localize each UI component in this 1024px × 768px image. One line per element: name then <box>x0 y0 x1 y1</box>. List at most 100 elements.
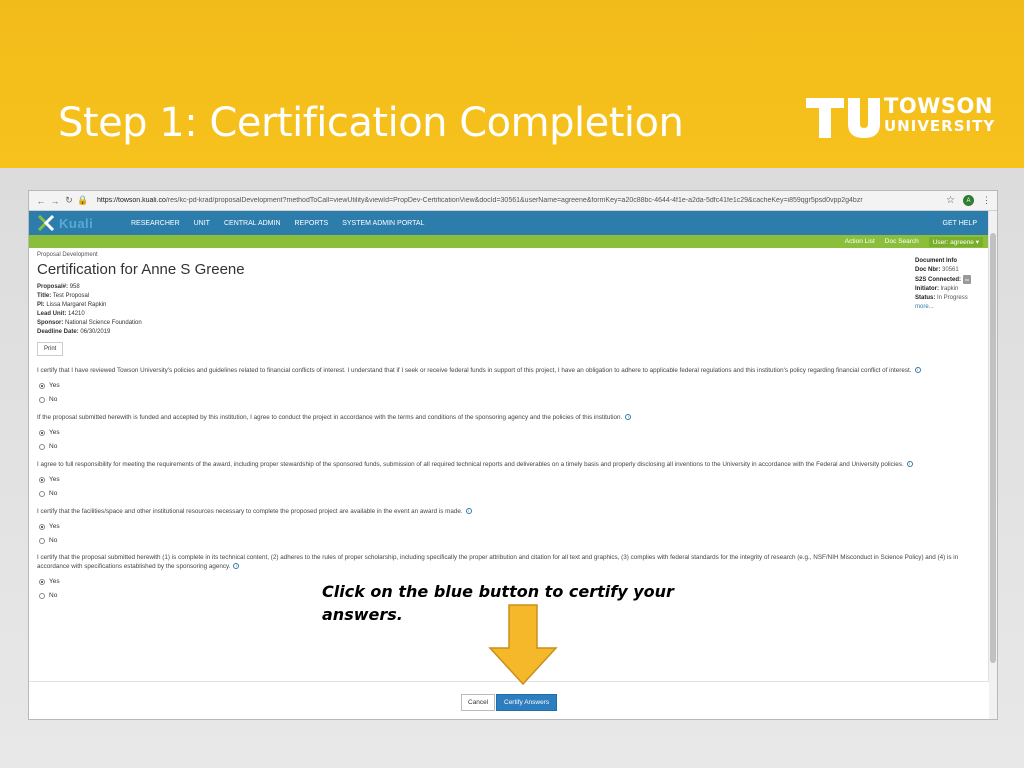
action-footer: Cancel Certify Answers <box>29 681 989 719</box>
url-host: https://towson.kuali.co <box>97 197 166 204</box>
meta-value: National Science Foundation <box>65 320 142 326</box>
certification-question-2: If the proposal submitted herewith is fu… <box>37 413 982 422</box>
document-info-panel: Document Info Doc Nbr: 30561 S2S Connect… <box>915 257 972 312</box>
lock-icon: 🔒 <box>77 195 89 205</box>
question-text: If the proposal submitted herewith is fu… <box>37 414 623 421</box>
question-text: I certify that I have reviewed Towson Un… <box>37 367 912 374</box>
back-icon[interactable]: ← <box>35 196 47 206</box>
certification-question-1: I certify that I have reviewed Towson Un… <box>37 366 982 375</box>
info-icon[interactable]: i <box>465 508 472 515</box>
certification-question-5: I certify that the proposal submitted he… <box>37 553 982 571</box>
get-help-link[interactable]: GET HELP <box>943 220 978 227</box>
doc-search-link[interactable]: Doc Search <box>885 238 919 245</box>
meta-label: Title: <box>37 293 52 299</box>
initiator-value: lrapkin <box>940 286 959 293</box>
reload-icon[interactable]: ↻ <box>63 195 75 206</box>
page-scrollbar[interactable] <box>988 211 997 719</box>
down-arrow-icon <box>488 604 558 686</box>
meta-label: Sponsor: <box>37 320 64 326</box>
meta-title: Title: Test Proposal <box>37 292 989 301</box>
radio-yes-checked[interactable] <box>39 578 45 585</box>
user-menu[interactable]: User: agreene ▾ <box>928 236 983 247</box>
docinfo-more-link[interactable]: more... <box>915 303 971 312</box>
meta-label: PI: <box>37 302 45 308</box>
radio-no[interactable] <box>39 592 45 599</box>
doc-nbr-value: 30561 <box>942 267 959 273</box>
info-icon[interactable]: i <box>906 461 913 468</box>
info-icon[interactable]: i <box>233 563 240 570</box>
question-1-no[interactable]: No <box>39 396 57 403</box>
status-label: Status: <box>915 295 936 302</box>
option-label: Yes <box>49 476 60 483</box>
option-label: Yes <box>49 523 60 530</box>
question-2-no[interactable]: No <box>39 443 57 450</box>
doc-nbr-label: Doc Nbr: <box>915 267 941 273</box>
question-4-yes[interactable]: Yes <box>39 523 60 530</box>
bookmark-star-icon[interactable]: ☆ <box>946 195 955 206</box>
question-5-no[interactable]: No <box>39 592 57 599</box>
profile-avatar[interactable]: A <box>963 195 974 206</box>
kuali-logo-icon <box>37 214 55 232</box>
option-label: Yes <box>49 429 60 436</box>
meta-value: 06/30/2019 <box>80 329 111 335</box>
question-2-yes[interactable]: Yes <box>39 429 60 436</box>
option-label: Yes <box>49 578 60 585</box>
kuali-logo-word: Kuali <box>59 215 94 231</box>
option-label: No <box>49 490 58 497</box>
meta-label: Lead Unit: <box>37 311 67 317</box>
radio-no[interactable] <box>39 490 45 497</box>
cancel-button[interactable]: Cancel <box>461 694 496 711</box>
meta-value: Test Proposal <box>52 293 90 299</box>
meta-proposal: Proposal#: 958 <box>37 283 989 292</box>
option-label: Yes <box>49 382 60 389</box>
scrollbar-thumb[interactable] <box>990 233 996 663</box>
question-3-yes[interactable]: Yes <box>39 476 60 483</box>
question-5-yes[interactable]: Yes <box>39 578 60 585</box>
nav-system-admin-portal[interactable]: SYSTEM ADMIN PORTAL <box>342 220 424 227</box>
action-list-link[interactable]: Action List <box>845 238 875 245</box>
option-label: No <box>49 396 58 403</box>
logo-line-1: TOWSON <box>884 94 993 118</box>
info-icon[interactable]: i <box>914 367 921 374</box>
question-3-no[interactable]: No <box>39 490 57 497</box>
certify-answers-button[interactable]: Certify Answers <box>496 694 558 711</box>
meta-label: Proposal#: <box>37 284 69 290</box>
meta-deadline: Deadline Date: 06/30/2019 <box>37 328 989 337</box>
radio-yes-checked[interactable] <box>39 476 45 483</box>
meta-lead-unit: Lead Unit: 14210 <box>37 310 989 319</box>
meta-value: 958 <box>69 284 80 290</box>
meta-sponsor: Sponsor: National Science Foundation <box>37 319 989 328</box>
nav-reports[interactable]: REPORTS <box>295 220 329 227</box>
breadcrumb[interactable]: Proposal Development <box>37 252 989 258</box>
docinfo-heading: Document Info <box>915 258 957 264</box>
option-label: No <box>49 443 58 450</box>
info-icon[interactable]: i <box>625 414 632 421</box>
nav-researcher[interactable]: RESEARCHER <box>131 220 180 227</box>
certification-question-3: I agree to full responsibility for meeti… <box>37 460 982 469</box>
radio-yes-checked[interactable] <box>39 382 45 389</box>
question-1-yes[interactable]: Yes <box>39 382 60 389</box>
kuali-sub-nav: Action List Doc Search User: agreene ▾ <box>29 235 997 248</box>
logo-line-2: UNIVERSITY <box>884 117 996 135</box>
question-4-no[interactable]: No <box>39 537 57 544</box>
question-text: I certify that the proposal submitted he… <box>37 554 959 570</box>
radio-no[interactable] <box>39 537 45 544</box>
radio-no[interactable] <box>39 396 45 403</box>
kuali-top-nav: Kuali RESEARCHER UNIT CENTRAL ADMIN REPO… <box>29 211 997 235</box>
radio-no[interactable] <box>39 443 45 450</box>
nav-unit[interactable]: UNIT <box>194 220 210 227</box>
forward-icon[interactable]: → <box>49 196 61 206</box>
print-button[interactable]: Print <box>37 342 64 356</box>
radio-yes-checked[interactable] <box>39 429 45 436</box>
radio-yes-checked[interactable] <box>39 523 45 530</box>
callout-line-1: Click on the blue button to certify your <box>322 582 674 601</box>
question-text: I certify that the facilities/space and … <box>37 508 463 515</box>
status-value: In Progress <box>937 295 968 302</box>
url-path: /res/kc-pd-krad/proposalDevelopment?meth… <box>165 197 863 204</box>
browser-menu-icon[interactable]: ⋮ <box>982 195 991 206</box>
s2s-status-badge: no <box>962 275 972 284</box>
certification-question-4: I certify that the facilities/space and … <box>37 507 982 516</box>
kuali-logo[interactable]: Kuali <box>37 214 117 232</box>
url-field[interactable]: https://towson.kuali.co/res/kc-pd-krad/p… <box>97 197 946 204</box>
nav-central-admin[interactable]: CENTRAL ADMIN <box>224 220 281 227</box>
